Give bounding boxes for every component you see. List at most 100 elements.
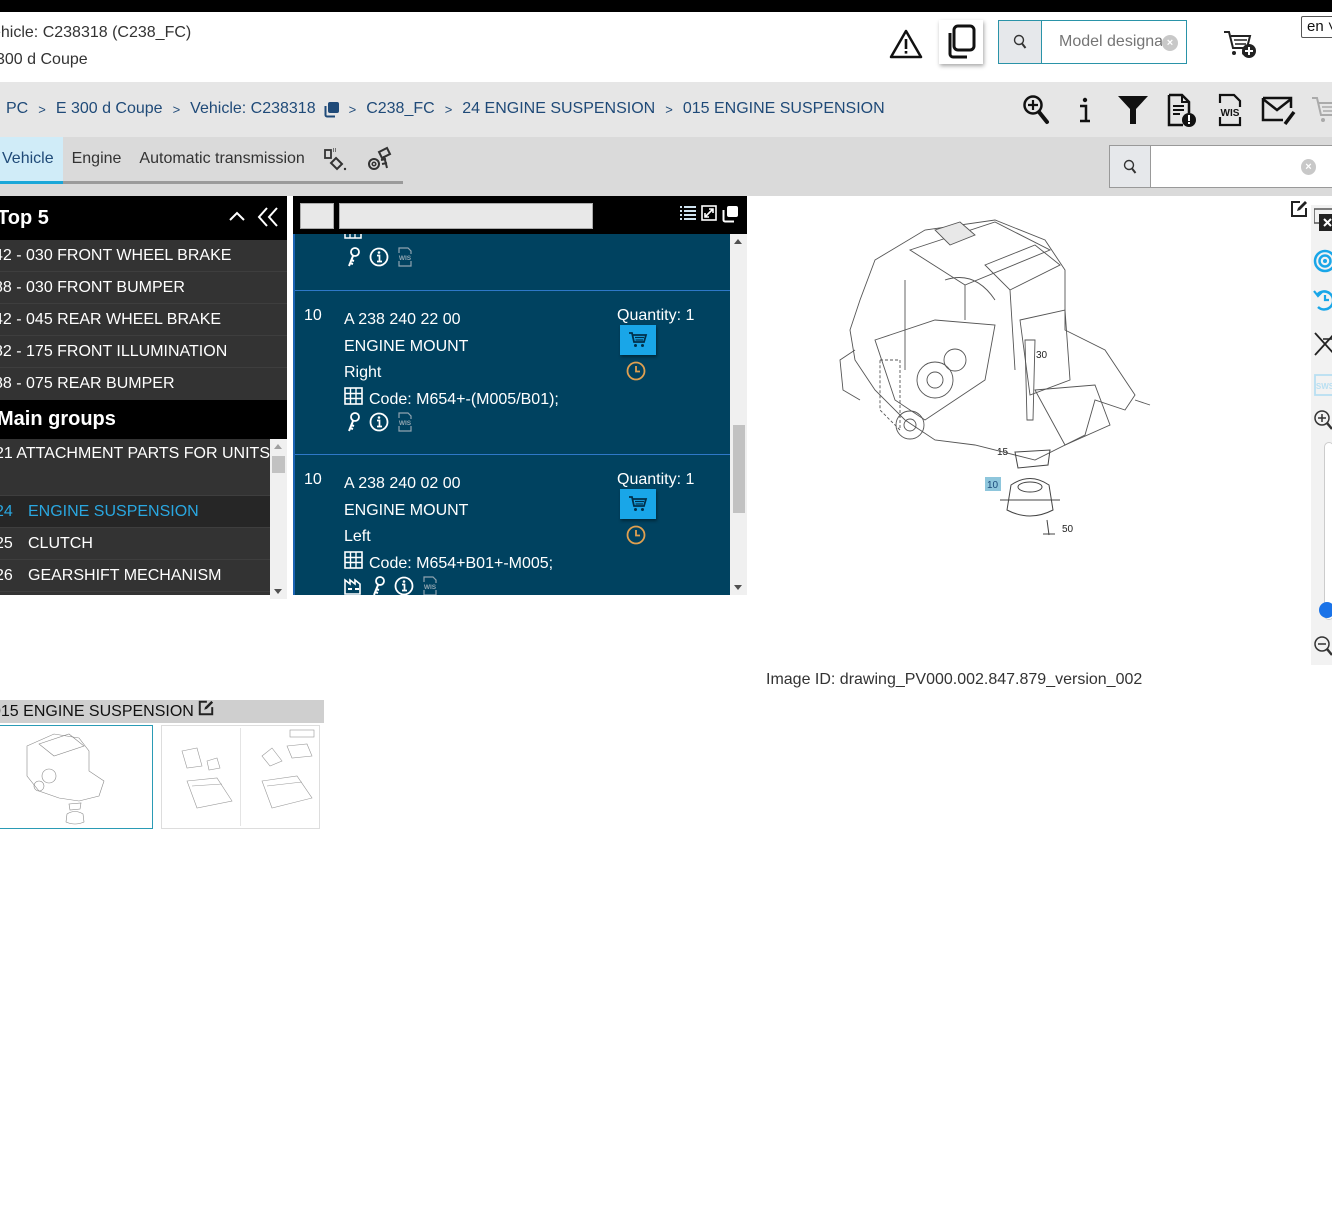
breadcrumb-model[interactable]: E 300 d Coupe: [56, 100, 163, 118]
top5-item[interactable]: 88 - 030 FRONT BUMPER: [0, 272, 287, 304]
copy-button[interactable]: [939, 20, 983, 64]
main-groups-scrollbar[interactable]: [270, 439, 287, 599]
history-button[interactable]: [626, 525, 646, 550]
top5-item[interactable]: 88 - 075 REAR BUMPER: [0, 368, 287, 400]
model-search-input[interactable]: [1042, 21, 1162, 63]
drawing-thumbnail[interactable]: [161, 725, 320, 829]
zoom-in-drawing-button[interactable]: [1313, 409, 1332, 436]
scrollbar-thumb[interactable]: [733, 425, 745, 513]
group-number: 21: [0, 445, 13, 462]
add-part-to-cart-button[interactable]: [620, 325, 656, 355]
wis-button[interactable]: WIS: [1206, 92, 1255, 128]
image-id-label: Image ID: drawing_PV000.002.847.879_vers…: [766, 671, 1143, 688]
collapse-panel-button[interactable]: [256, 206, 280, 234]
list-view-icon[interactable]: [679, 205, 697, 228]
breadcrumb-vehicle[interactable]: Vehicle: C238318: [190, 100, 315, 118]
popout-icon[interactable]: [721, 205, 739, 228]
callout-50[interactable]: 50: [1062, 524, 1074, 535]
scroll-down-arrow[interactable]: [274, 589, 282, 594]
reset-view-button[interactable]: [1313, 287, 1332, 318]
tab-vehicle[interactable]: Vehicle: [0, 137, 63, 184]
parts-scrollbar[interactable]: [730, 234, 747, 595]
expand-icon[interactable]: [701, 205, 717, 228]
tab-automatic-transmission[interactable]: Automatic transmission: [130, 137, 313, 181]
breadcrumb-main-group[interactable]: 24 ENGINE SUSPENSION: [462, 100, 655, 118]
language-select[interactable]: en ˅: [1301, 16, 1332, 38]
edit-title-button[interactable]: [198, 700, 214, 723]
info-button[interactable]: [1061, 92, 1110, 128]
info-circle-icon[interactable]: [369, 247, 389, 272]
wis-icon[interactable]: WIS: [422, 576, 438, 595]
tab-screws[interactable]: [358, 137, 402, 181]
main-group-item[interactable]: 26 GEARSHIFT MECHANISM: [0, 560, 270, 592]
wis-icon[interactable]: WIS: [397, 246, 413, 272]
parts-search-button[interactable]: [1110, 146, 1151, 187]
exploded-drawing[interactable]: 30 15 10 50: [835, 210, 1155, 545]
clear-search-icon[interactable]: ×: [1162, 35, 1178, 51]
code-table-icon[interactable]: [344, 234, 362, 244]
breadcrumb-pc[interactable]: PC: [6, 100, 28, 118]
collapse-top5-button[interactable]: [227, 206, 247, 232]
tab-paint[interactable]: [314, 137, 358, 181]
warning-button[interactable]: [889, 29, 925, 61]
top5-item[interactable]: 82 - 175 FRONT ILLUMINATION: [0, 336, 287, 368]
sws-button[interactable]: SWS: [1313, 373, 1332, 402]
zoom-slider-handle[interactable]: [1319, 602, 1332, 618]
scroll-down-arrow[interactable]: [734, 585, 742, 590]
info-circle-icon[interactable]: [394, 576, 414, 595]
filter-icon: [1118, 96, 1149, 124]
filter-button[interactable]: [1109, 92, 1158, 128]
breadcrumb-sub-group[interactable]: 015 ENGINE SUSPENSION: [683, 100, 885, 118]
search-button[interactable]: [999, 21, 1042, 63]
key-icon[interactable]: [347, 412, 361, 442]
info-circle-icon[interactable]: [369, 412, 389, 442]
cart-button[interactable]: [1303, 92, 1332, 128]
zoom-slider-track[interactable]: [1324, 442, 1332, 620]
position-filter-input[interactable]: [300, 203, 334, 229]
clock-icon: [626, 525, 646, 545]
edit-drawing-button[interactable]: [1290, 200, 1308, 223]
parts-panel: WIS 10 A 238 240 22 00 ENGINE MOUNT Righ…: [293, 196, 747, 595]
document-warning-button[interactable]: [1158, 92, 1207, 128]
code-table-icon[interactable]: [344, 550, 363, 579]
callout-30[interactable]: 30: [1036, 350, 1048, 361]
top5-item[interactable]: 42 - 030 FRONT WHEEL BRAKE: [0, 240, 287, 272]
zoom-in-button[interactable]: [1012, 92, 1061, 128]
top5-item[interactable]: 42 - 045 REAR WHEEL BRAKE: [0, 304, 287, 336]
wis-icon[interactable]: WIS: [397, 412, 413, 442]
callout-10[interactable]: 10: [987, 480, 999, 491]
drawing-thumbnail-selected[interactable]: [0, 725, 153, 829]
target-button[interactable]: [1313, 249, 1332, 278]
part-row[interactable]: 10 A 238 240 02 00 ENGINE MOUNT Left Cod…: [295, 455, 730, 595]
close-drawing-button[interactable]: [1313, 207, 1332, 236]
add-part-to-cart-button[interactable]: [620, 489, 656, 519]
key-icon[interactable]: [347, 246, 361, 272]
factory-icon[interactable]: [344, 577, 364, 595]
tab-engine[interactable]: Engine: [63, 137, 131, 181]
svg-text:SWS: SWS: [1316, 382, 1332, 391]
callout-15[interactable]: 15: [997, 447, 1009, 458]
scroll-up-arrow[interactable]: [274, 444, 282, 449]
parts-search-input[interactable]: [1150, 146, 1301, 187]
mail-button[interactable]: [1255, 92, 1304, 128]
zoom-out-drawing-button[interactable]: [1313, 635, 1332, 662]
copy-vehicle-icon[interactable]: [323, 101, 339, 118]
part-filter-input[interactable]: [339, 203, 593, 229]
breadcrumb-catalog[interactable]: C238_FC: [366, 100, 434, 118]
code-table-icon[interactable]: [344, 386, 363, 415]
main-group-item-active[interactable]: 24 ENGINE SUSPENSION: [0, 496, 270, 528]
add-to-cart-button[interactable]: [1222, 28, 1258, 60]
part-number[interactable]: A 238 240 22 00: [344, 307, 559, 334]
part-number[interactable]: A 238 240 02 00: [344, 471, 553, 498]
main-group-item[interactable]: 21ATTACHMENT PARTS FOR UNITS: [0, 439, 270, 496]
cart-icon: [629, 332, 648, 347]
part-row-partial[interactable]: WIS: [295, 234, 730, 291]
clear-parts-search-icon[interactable]: ×: [1300, 159, 1316, 175]
key-icon[interactable]: [372, 576, 386, 595]
scrollbar-thumb[interactable]: [272, 456, 285, 473]
part-row[interactable]: 10 A 238 240 22 00 ENGINE MOUNT Right Co…: [295, 291, 730, 455]
toggle-callouts-button[interactable]: [1313, 331, 1332, 362]
main-group-item[interactable]: 25 CLUTCH: [0, 528, 270, 560]
scroll-up-arrow[interactable]: [734, 239, 742, 244]
history-button[interactable]: [626, 361, 646, 386]
